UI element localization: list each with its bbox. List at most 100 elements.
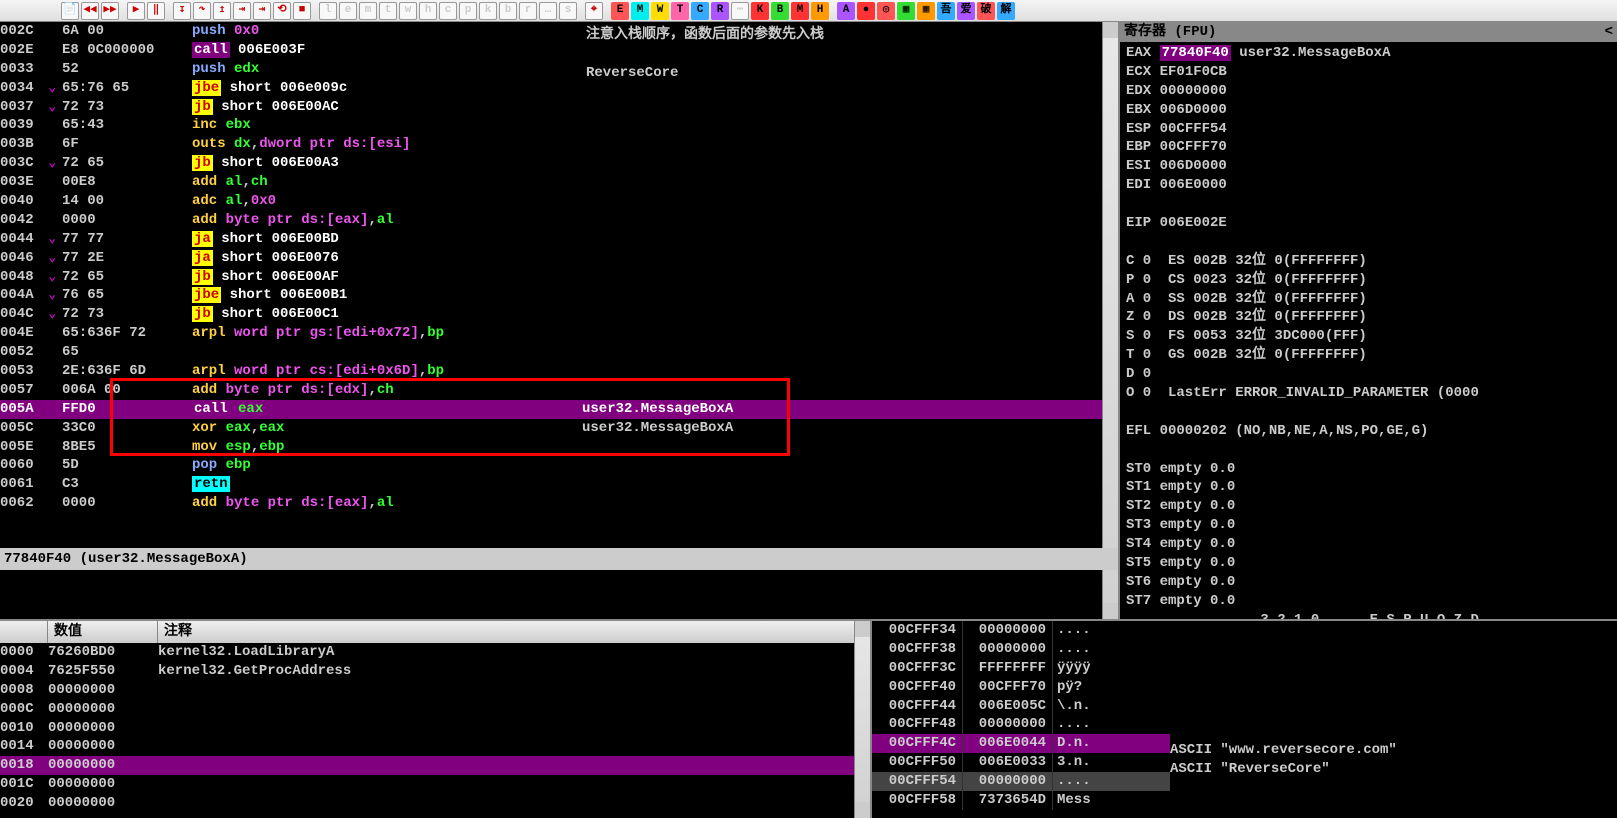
step-to-icon[interactable]: ⇥ — [233, 2, 251, 20]
m-cyan[interactable]: M — [631, 2, 649, 20]
t[interactable]: t — [379, 2, 397, 20]
file-icon[interactable]: 📄 — [61, 2, 79, 20]
jie[interactable]: 解 — [997, 2, 1015, 20]
run-to-icon[interactable]: ⇥ — [253, 2, 271, 20]
w-yellow[interactable]: W — [651, 2, 669, 20]
disasm-row[interactable]: 0061 C3retn — [0, 475, 1118, 494]
r[interactable]: r — [519, 2, 537, 20]
registers-body[interactable]: EAX 77840F40 user32.MessageBoxA ECX EF01… — [1120, 42, 1617, 632]
s[interactable]: s — [559, 2, 577, 20]
stack-row[interactable]: 00CFFF4000CFFF70pÿ? — [872, 678, 1170, 697]
disasm-row[interactable]: 0053 2E:636F 6Darpl word ptr cs:[edi+0x6… — [0, 362, 1118, 381]
t-pink[interactable]: T — [671, 2, 689, 20]
dump-row[interactable]: 00047625F550kernel32.GetProcAddress — [0, 662, 870, 681]
target-red[interactable]: ◎ — [877, 2, 895, 20]
stack-panel[interactable]: 00CFFF3400000000....00CFFF3800000000....… — [870, 619, 1170, 818]
h[interactable]: h — [419, 2, 437, 20]
b[interactable]: b — [499, 2, 517, 20]
h-orange[interactable]: H — [811, 2, 829, 20]
disasm-row[interactable]: 0062 0000add byte ptr ds:[eax],al — [0, 494, 1118, 513]
stack-row[interactable]: 00CFFF44006E005C\.n. — [872, 697, 1170, 716]
disasm-row[interactable]: 002C 6A 00push 0x0 — [0, 22, 1118, 41]
disasm-row[interactable]: 0044⌄77 77ja short 006E00BD — [0, 230, 1118, 249]
disasm-row[interactable]: 0046⌄77 2Eja short 006E0076 — [0, 249, 1118, 268]
disasm-row[interactable]: 0034⌄65:76 65jbe short 006e009c — [0, 79, 1118, 98]
disasm-row[interactable]: 0040 14 00adc al,0x0 — [0, 192, 1118, 211]
stack-row[interactable]: 00CFFF4800000000.... — [872, 715, 1170, 734]
stack-row[interactable]: 00CFFF4C006E0044D.n. — [872, 734, 1170, 753]
scroll-down-icon[interactable]: ▼ — [855, 802, 870, 818]
disasm-row[interactable]: 0037⌄72 73jb short 006E00AC — [0, 98, 1118, 117]
cal-orange[interactable]: ▦ — [917, 2, 935, 20]
restart-icon[interactable]: ⟲ — [273, 2, 291, 20]
disasm-row[interactable]: 004C⌄72 73jb short 006E00C1 — [0, 305, 1118, 324]
b-green[interactable]: B — [771, 2, 789, 20]
dump-panel[interactable]: 数值 注释 000076260BD0kernel32.LoadLibraryA0… — [0, 619, 870, 818]
w[interactable]: w — [399, 2, 417, 20]
disasm-row[interactable]: 003C⌄72 65jb short 006E00A3 — [0, 154, 1118, 173]
disasm-row[interactable]: 0052 65 — [0, 343, 1118, 362]
disasm-row[interactable]: 0042 0000add byte ptr ds:[eax],al — [0, 211, 1118, 230]
step-over-icon[interactable]: ↷ — [193, 2, 211, 20]
cpu-scrollbar[interactable]: ▲ ▼ — [1102, 22, 1118, 619]
rewind-icon[interactable]: ◀◀ — [81, 2, 99, 20]
k-red[interactable]: K — [751, 2, 769, 20]
disasm-row[interactable]: 0060 5Dpop ebp — [0, 456, 1118, 475]
disasm-row[interactable]: 004A⌄76 65jbe short 006E00B1 — [0, 286, 1118, 305]
collapse-icon[interactable]: < — [1605, 23, 1613, 42]
dot-red[interactable]: ● — [857, 2, 875, 20]
m[interactable]: m — [359, 2, 377, 20]
k[interactable]: k — [479, 2, 497, 20]
stack-row[interactable]: 00CFFF50006E00333.n. — [872, 753, 1170, 772]
scroll-down-icon[interactable]: ▼ — [1103, 603, 1118, 619]
disasm-row[interactable]: 0048⌄72 65jb short 006E00AF — [0, 268, 1118, 287]
scroll-up-icon[interactable]: ▲ — [855, 621, 870, 637]
stack-row[interactable]: 00CFFF3CFFFFFFFFÿÿÿÿ — [872, 659, 1170, 678]
e-red[interactable]: E — [611, 2, 629, 20]
r-purple[interactable]: R — [711, 2, 729, 20]
grid-green[interactable]: ▦ — [897, 2, 915, 20]
po[interactable]: 破 — [977, 2, 995, 20]
dump-row[interactable]: 000076260BD0kernel32.LoadLibraryA — [0, 643, 870, 662]
wu[interactable]: 吾 — [937, 2, 955, 20]
disasm-row[interactable]: 004E 65:636F 72arpl word ptr gs:[edi+0x7… — [0, 324, 1118, 343]
pause-icon[interactable]: ‖ — [147, 2, 165, 20]
disasm-row[interactable]: 0057 006A 00add byte ptr ds:[edx],ch — [0, 381, 1118, 400]
dots[interactable]: … — [539, 2, 557, 20]
dump-row[interactable]: 001800000000 — [0, 756, 870, 775]
step-out-icon[interactable]: ↥ — [213, 2, 231, 20]
dump-row[interactable]: 001000000000 — [0, 719, 870, 738]
stack-row[interactable]: 00CFFF3400000000.... — [872, 621, 1170, 640]
c-blue[interactable]: C — [691, 2, 709, 20]
l[interactable]: l — [319, 2, 337, 20]
dump-row[interactable]: 000800000000 — [0, 681, 870, 700]
disasm-row[interactable]: 005E 8BE5mov esp,ebp — [0, 438, 1118, 457]
m-red[interactable]: M — [791, 2, 809, 20]
stack-row[interactable]: 00CFFF587373654DMess — [872, 791, 1170, 810]
disasm-row[interactable]: 005C 33C0xor eax,eaxuser32.MessageBoxA — [0, 419, 1118, 438]
go-icon[interactable]: ⌖ — [585, 2, 603, 20]
scroll-up-icon[interactable]: ▲ — [1103, 22, 1118, 38]
disasm-row[interactable]: 0039 65:43inc ebx — [0, 116, 1118, 135]
step-icon[interactable]: ↧ — [173, 2, 191, 20]
e[interactable]: e — [339, 2, 357, 20]
a-purple[interactable]: A — [837, 2, 855, 20]
disassembly-panel[interactable]: ▲ ▼ 注意入栈顺序，函数后面的参数先入栈 ReverseCore002C 6A… — [0, 22, 1118, 619]
play-icon[interactable]: ▶ — [127, 2, 145, 20]
stack-row[interactable]: 00CFFF3800000000.... — [872, 640, 1170, 659]
disasm-row[interactable]: 005A FFD0call eaxuser32.MessageBoxA — [0, 400, 1118, 419]
stop-icon[interactable]: ■ — [293, 2, 311, 20]
ai[interactable]: 爱 — [957, 2, 975, 20]
ellipsis[interactable]: ⋯ — [731, 2, 749, 20]
disasm-row[interactable]: 0033 52push edx — [0, 60, 1118, 79]
disasm-row[interactable]: 003E 00E8add al,ch — [0, 173, 1118, 192]
dump-row[interactable]: 002000000000 — [0, 794, 870, 813]
p[interactable]: p — [459, 2, 477, 20]
dump-row[interactable]: 001C00000000 — [0, 775, 870, 794]
dump-row[interactable]: 001400000000 — [0, 737, 870, 756]
disasm-row[interactable]: 003B 6Fouts dx,dword ptr ds:[esi] — [0, 135, 1118, 154]
disasm-row[interactable]: 002E E8 0C000000call 006E003F — [0, 41, 1118, 60]
forward-icon[interactable]: ▶▶ — [101, 2, 119, 20]
dump-row[interactable]: 000C00000000 — [0, 700, 870, 719]
stack-row[interactable]: 00CFFF5400000000.... — [872, 772, 1170, 791]
